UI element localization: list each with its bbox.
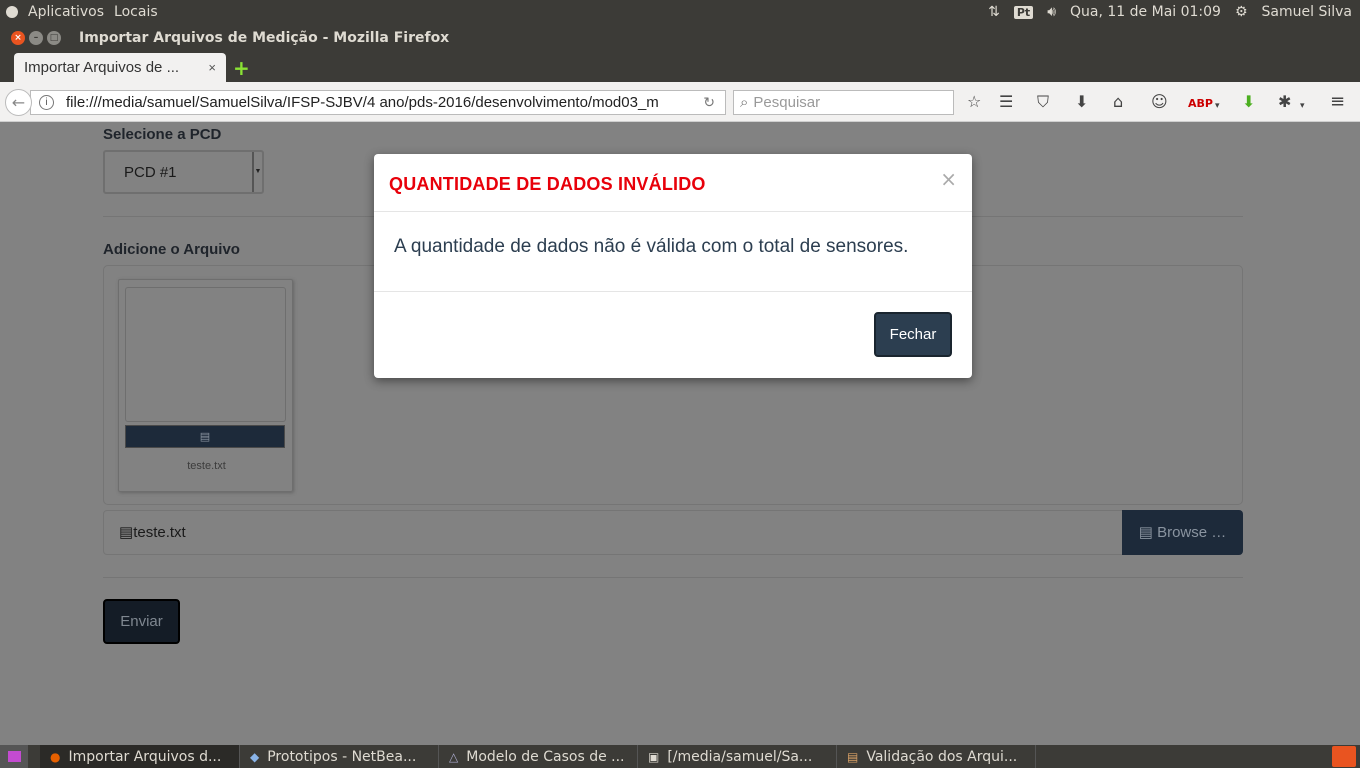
browse-button[interactable]: ▤ Browse … bbox=[1122, 510, 1243, 555]
taskbar-item[interactable]: ▤ Validação dos Arqui... bbox=[837, 745, 1036, 768]
trash-icon[interactable] bbox=[1332, 746, 1356, 767]
file-caption-field[interactable]: ▤teste.txt bbox=[103, 510, 1123, 555]
navigation-toolbar: i file:///media/samuel/SamuelSilva/IFSP-… bbox=[0, 82, 1360, 122]
show-desktop-icon[interactable] bbox=[0, 745, 28, 768]
clock[interactable]: Qua, 11 de Mai 01:09 bbox=[1070, 4, 1221, 20]
maximize-window-button[interactable]: □ bbox=[47, 31, 61, 45]
adblock-dropdown-icon[interactable]: ▾ bbox=[1215, 96, 1220, 116]
tab-strip: Importar Arquivos de ... × + bbox=[0, 52, 1360, 82]
search-icon: ⌕ bbox=[740, 94, 749, 111]
search-placeholder: Pesquisar bbox=[753, 94, 821, 111]
home-icon[interactable]: ⌂ bbox=[1113, 92, 1123, 112]
modal-message: A quantidade de dados não é válida com o… bbox=[394, 236, 909, 257]
taskbar-item[interactable]: ◆ Prototipos - NetBea... bbox=[240, 745, 439, 768]
extension-icon[interactable]: ✱ bbox=[1278, 92, 1291, 112]
volume-icon[interactable]: 🔊︎ bbox=[1047, 4, 1056, 20]
ubuntu-logo-icon bbox=[6, 6, 18, 18]
url-text: file:///media/samuel/SamuelSilva/IFSP-SJ… bbox=[66, 94, 659, 111]
modal-close-icon[interactable]: × bbox=[940, 169, 957, 189]
reload-icon[interactable]: ↻ bbox=[703, 94, 715, 111]
taskbar: ● Importar Arquivos d... ◆ Prototipos - Ne… bbox=[0, 745, 1360, 768]
tab-label: Importar Arquivos de ... bbox=[24, 59, 180, 76]
keyboard-layout-indicator[interactable]: Pt bbox=[1013, 5, 1034, 19]
close-modal-button[interactable]: Fechar bbox=[874, 312, 952, 357]
pcd-label: Selecione a PCD bbox=[103, 126, 222, 143]
new-tab-button[interactable]: + bbox=[233, 58, 250, 78]
folder-icon: ▤ bbox=[1138, 524, 1153, 541]
file-preview-name: teste.txt bbox=[187, 460, 226, 472]
bookmark-star-icon[interactable]: ☆ bbox=[967, 92, 981, 112]
reading-list-icon[interactable]: ☰ bbox=[999, 92, 1013, 112]
network-icon[interactable]: ⇅ bbox=[988, 4, 1000, 20]
divider bbox=[103, 577, 1243, 578]
taskbar-item[interactable]: ▣ [/media/samuel/Sa... bbox=[638, 745, 837, 768]
hamburger-menu-icon[interactable]: ≡ bbox=[1330, 92, 1345, 112]
file-preview-image bbox=[125, 287, 286, 422]
pocket-icon[interactable]: ⛉ bbox=[1037, 92, 1049, 112]
document-icon: ▤ bbox=[847, 749, 859, 764]
download-helper-icon[interactable]: ⬇ bbox=[1242, 92, 1255, 112]
top-panel: Aplicativos Locais ⇅ Pt 🔊︎ Qua, 11 de Ma… bbox=[0, 0, 1360, 24]
pcd-select-value: PCD #1 bbox=[124, 164, 177, 181]
taskbar-item[interactable]: ● Importar Arquivos d... bbox=[40, 745, 240, 768]
search-box[interactable]: ⌕ Pesquisar bbox=[733, 90, 954, 115]
folder-icon: ▣ bbox=[648, 749, 660, 764]
browser-tab[interactable]: Importar Arquivos de ... × bbox=[14, 53, 226, 82]
applications-menu[interactable]: Aplicativos bbox=[28, 4, 104, 20]
chevron-down-icon: ▼ bbox=[252, 152, 262, 192]
user-menu[interactable]: Samuel Silva bbox=[1262, 4, 1352, 20]
chat-icon[interactable]: ☺ bbox=[1151, 92, 1168, 112]
firefox-icon: ● bbox=[50, 749, 61, 764]
modal-title: QUANTIDADE DE DADOS INVÁLIDO bbox=[389, 174, 706, 194]
file-icon: ▤ bbox=[119, 524, 134, 541]
error-modal: QUANTIDADE DE DADOS INVÁLIDO × A quantid… bbox=[374, 154, 972, 378]
settings-gear-icon[interactable]: ⚙ bbox=[1235, 4, 1248, 20]
file-caption-value: teste.txt bbox=[133, 524, 186, 541]
close-window-button[interactable]: × bbox=[11, 31, 25, 45]
modal-footer-divider bbox=[374, 291, 972, 292]
pcd-select[interactable]: PCD #1 ▼ bbox=[103, 150, 264, 194]
netbeans-icon: ◆ bbox=[250, 749, 260, 764]
url-bar[interactable]: i file:///media/samuel/SamuelSilva/IFSP-… bbox=[30, 90, 726, 115]
window-titlebar: × – □ Importar Arquivos de Medição - Moz… bbox=[0, 24, 1360, 52]
places-menu[interactable]: Locais bbox=[114, 4, 158, 20]
window-title: Importar Arquivos de Medição - Mozilla F… bbox=[79, 30, 450, 46]
browse-label: Browse … bbox=[1157, 524, 1227, 541]
file-preview-card: ▤ teste.txt bbox=[118, 279, 293, 492]
file-icon: ▤ bbox=[199, 430, 211, 443]
extension-dropdown-icon[interactable]: ▾ bbox=[1300, 96, 1305, 116]
adblock-icon[interactable]: ABP bbox=[1188, 94, 1213, 114]
site-info-icon[interactable]: i bbox=[39, 95, 54, 110]
astah-icon: △ bbox=[449, 749, 459, 764]
submit-button[interactable]: Enviar bbox=[103, 599, 180, 644]
file-preview-action-bar[interactable]: ▤ bbox=[125, 425, 285, 448]
modal-header-divider bbox=[374, 211, 972, 212]
back-button[interactable]: ← bbox=[5, 89, 32, 116]
downloads-icon[interactable]: ⬇ bbox=[1075, 92, 1088, 112]
taskbar-item[interactable]: △ Modelo de Casos de ... bbox=[439, 745, 638, 768]
tab-close-button[interactable]: × bbox=[208, 60, 216, 75]
file-label: Adicione o Arquivo bbox=[103, 241, 240, 258]
minimize-window-button[interactable]: – bbox=[29, 31, 43, 45]
